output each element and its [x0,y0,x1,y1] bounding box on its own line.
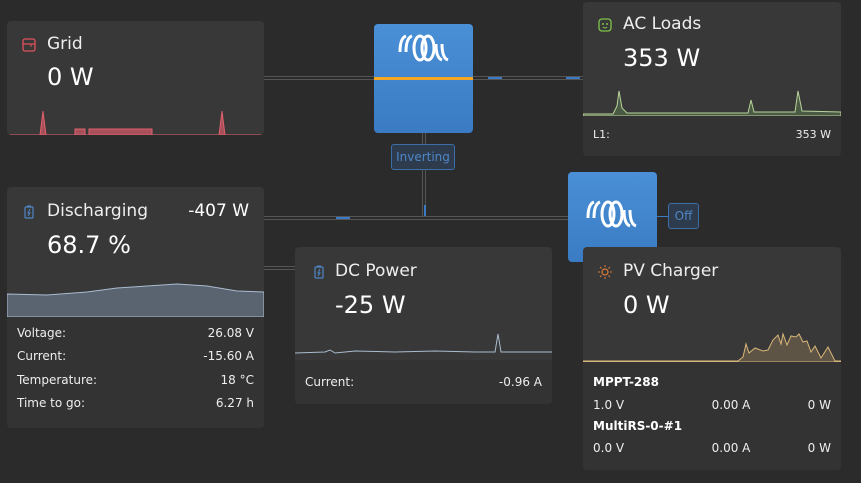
grid-sparkline [7,110,264,135]
plug-icon [598,18,612,32]
grid-title: Grid [47,34,83,54]
voltage: 0.0 V [593,441,625,455]
pv-device-name: MPPT-288 [593,375,659,389]
power: 0 W [807,398,831,412]
flow-indicator [566,77,580,79]
pv-power: 0 W [623,291,670,319]
battery-soc: 68.7 % [47,231,131,259]
flow-indicator [336,217,350,219]
battery-time-to-go-row: Time to go: 6.27 h [17,396,254,410]
flow-indicator [488,77,502,79]
inverter-box[interactable] [374,24,473,133]
pv-device-row: 1.0 V 0.00 A 0 W [593,398,831,412]
battery-current-row: Current: -15.60 A [17,349,254,363]
ac-l1-label: L1: [593,128,610,141]
inverter-dc-connection [422,133,426,144]
pv-device-row: 0.0 V 0.00 A 0 W [593,441,831,455]
voltage: 1.0 V [593,398,625,412]
pv-title: PV Charger [623,261,719,281]
label: Current: [17,349,67,363]
grid-card[interactable]: Grid 0 W [7,21,264,135]
charger-status-badge: Off [668,203,699,229]
battery-voltage-row: Voltage: 26.08 V [17,326,254,340]
sun-icon [598,265,612,279]
grid-connection [264,76,374,80]
battery-power: -407 W [188,201,249,221]
value: 6.27 h [215,396,254,410]
dc-power-card[interactable]: DC Power -25 W Current: -0.96 A [295,247,552,404]
value: -15.60 A [203,349,254,363]
ac-loads-power: 353 W [623,44,701,72]
label: Voltage: [17,326,67,340]
inverter-accent-bar [374,77,473,80]
battery-card[interactable]: Discharging -407 W 68.7 % Voltage: 26.08 … [7,187,264,428]
battery-status: Discharging [47,201,148,221]
charger-connection [657,216,668,217]
label: Current: [305,375,355,389]
dc-current-row: Current: -0.96 A [305,375,542,389]
dc-bus-connection [264,216,568,220]
ac-loads-card[interactable]: AC Loads 353 W L1: 353 W [583,2,841,156]
dc-power-title: DC Power [335,261,417,281]
pv-device-name: MultiRS-0-#1 [593,419,683,433]
ac-l1-value: 353 W [795,128,831,141]
value: 26.08 V [207,326,254,340]
inverter-status-badge: Inverting [391,144,455,170]
grid-power: 0 W [47,63,94,91]
value: 18 °C [220,373,254,387]
grid-icon [22,38,36,52]
value: -0.96 A [498,375,542,389]
power: 0 W [807,441,831,455]
current: 0.00 A [711,398,751,412]
current: 0.00 A [711,441,751,455]
dc-power-connection [264,266,295,270]
ac-l1-row: L1: 353 W [593,128,831,141]
battery-icon [24,205,34,219]
battery-icon [314,265,324,279]
dc-power-sparkline [295,333,552,354]
battery-sparkline [7,283,264,317]
ac-loads-sparkline [583,90,841,116]
battery-temperature-row: Temperature: 18 °C [17,373,254,387]
label: Time to go: [17,396,86,410]
pv-charger-card[interactable]: PV Charger 0 W MPPT-288 1.0 V 0.00 A 0 W M… [583,247,841,470]
label: Temperature: [17,373,98,387]
ac-loads-title: AC Loads [623,14,702,34]
victron-logo-icon [586,200,637,228]
dc-power-value: -25 W [335,291,406,319]
pv-sparkline [583,332,841,362]
victron-logo-icon [398,34,449,62]
